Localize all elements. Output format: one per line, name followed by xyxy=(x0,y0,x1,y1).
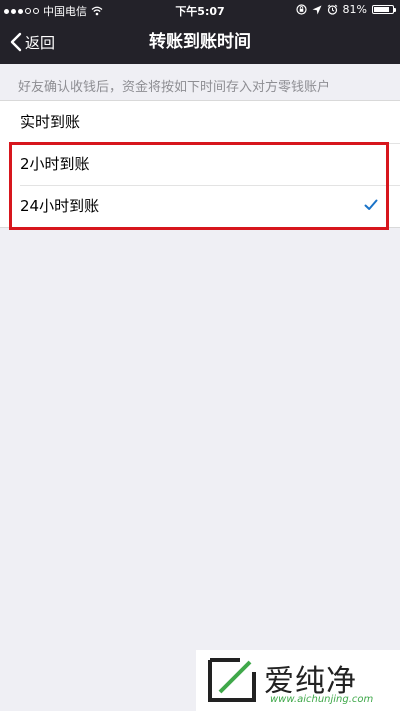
lock-rotation-icon xyxy=(295,4,307,15)
alarm-icon xyxy=(327,4,337,15)
option-label: 实时到账 xyxy=(20,113,81,131)
checkmark-icon xyxy=(364,199,378,210)
watermark-url: www.aichunjing.com xyxy=(270,694,374,705)
status-bar: 中国电信 下午5:07 81% xyxy=(0,0,400,20)
option-24-hours[interactable]: 24小时到账 xyxy=(0,185,400,227)
option-realtime[interactable]: 实时到账 xyxy=(0,101,400,143)
battery-fill xyxy=(374,7,389,12)
battery-percent: 81% xyxy=(342,3,367,16)
status-right: 81% xyxy=(295,3,396,16)
page-title: 转账到账时间 xyxy=(149,32,251,52)
battery-icon xyxy=(372,5,396,14)
option-label: 24小时到账 xyxy=(20,197,100,215)
location-icon xyxy=(312,5,322,14)
watermark-logo-icon xyxy=(208,658,256,702)
description-text: 好友确认收钱后，资金将按如下时间存入对方零钱账户 xyxy=(18,80,331,95)
option-list: 实时到账 2小时到账 24小时到账 xyxy=(0,100,400,228)
option-2-hours[interactable]: 2小时到账 xyxy=(0,143,400,185)
navigation-bar: 返回 转账到账时间 xyxy=(0,20,400,64)
option-label: 2小时到账 xyxy=(20,155,90,173)
watermark: 爱纯净 www.aichunjing.com xyxy=(196,650,400,711)
